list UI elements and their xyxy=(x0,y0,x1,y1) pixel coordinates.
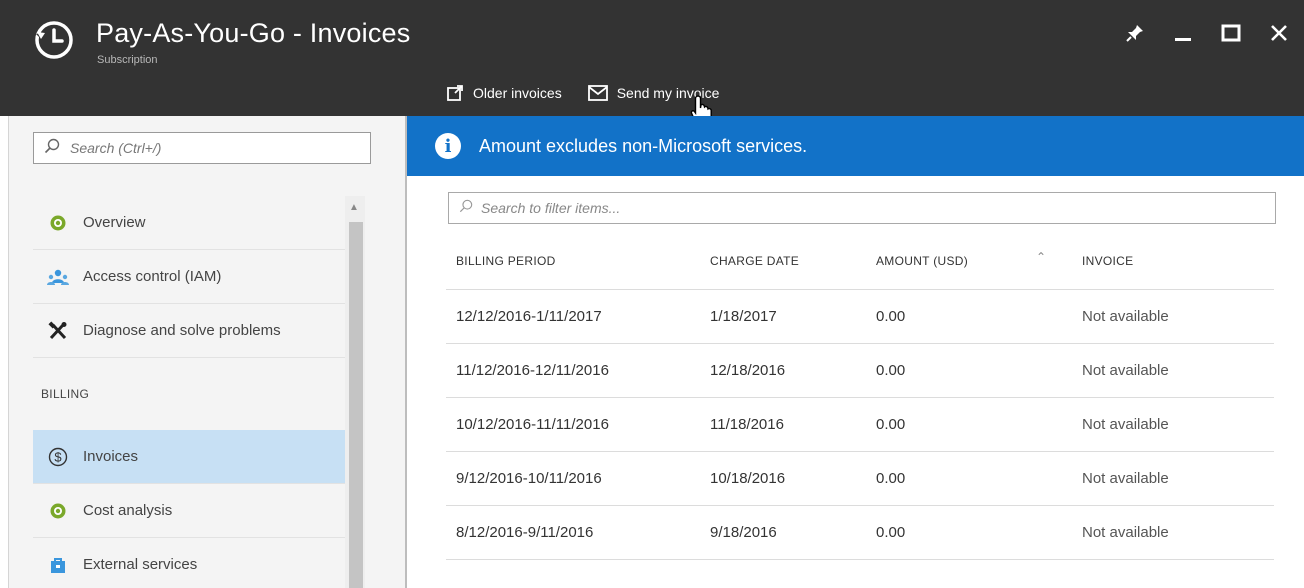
cell-charge-date: 12/18/2016 xyxy=(710,362,786,379)
menu-item-access-control[interactable]: Access control (IAM) xyxy=(33,250,345,304)
cell-invoice: Not available xyxy=(1082,308,1169,325)
menu-item-diagnose[interactable]: Diagnose and solve problems xyxy=(33,304,345,358)
search-icon xyxy=(44,138,60,159)
sort-caret-up-icon[interactable]: ⌃ xyxy=(1036,250,1046,264)
cell-amount: 0.00 xyxy=(876,308,906,325)
command-bar: Older invoices Send my invoice xyxy=(446,84,719,102)
menu-search-box[interactable] xyxy=(33,132,371,164)
overview-icon xyxy=(47,212,69,234)
cell-billing-period: 12/12/2016-1/11/2017 xyxy=(456,308,602,325)
table-row[interactable]: 11/12/2016-12/11/2016 12/18/2016 0.00 No… xyxy=(446,344,1274,398)
table-header: BILLING PERIOD CHARGE DATE AMOUNT (USD) … xyxy=(446,232,1274,290)
menu-scrollbar[interactable]: ▲ xyxy=(345,196,365,588)
scroll-thumb[interactable] xyxy=(349,222,363,588)
cell-billing-period: 10/12/2016-11/11/2016 xyxy=(456,416,609,433)
menu-item-label: External services xyxy=(83,556,198,573)
cell-invoice: Not available xyxy=(1082,524,1169,541)
pin-icon[interactable] xyxy=(1122,20,1148,46)
grid-filter-input[interactable] xyxy=(481,200,1241,216)
dollar-circle-icon: $ xyxy=(47,446,69,468)
info-banner-text: Amount excludes non-Microsoft services. xyxy=(479,135,808,156)
table-row[interactable]: 8/12/2016-9/11/2016 9/18/2016 0.00 Not a… xyxy=(446,506,1274,560)
column-header-invoice[interactable]: INVOICE xyxy=(1082,254,1272,268)
cell-charge-date: 11/18/2016 xyxy=(710,416,784,433)
svg-text:$: $ xyxy=(54,449,62,464)
mail-icon xyxy=(587,85,608,101)
table-row[interactable]: 12/12/2016-1/11/2017 1/18/2017 0.00 Not … xyxy=(446,290,1274,344)
cell-invoice: Not available xyxy=(1082,470,1169,487)
maximize-icon[interactable] xyxy=(1218,20,1244,46)
window-controls xyxy=(1122,20,1292,46)
cell-amount: 0.00 xyxy=(876,470,906,487)
column-header-charge-date[interactable]: CHARGE DATE xyxy=(710,254,876,268)
bag-icon xyxy=(47,554,69,576)
menu-search-input[interactable] xyxy=(70,140,350,156)
table-row[interactable]: 9/12/2016-10/11/2016 10/18/2016 0.00 Not… xyxy=(446,452,1274,506)
cell-charge-date: 9/18/2016 xyxy=(710,524,777,541)
scroll-up-icon[interactable]: ▲ xyxy=(349,202,359,213)
cell-charge-date: 1/18/2017 xyxy=(710,308,777,325)
info-banner: i Amount excludes non-Microsoft services… xyxy=(407,116,1304,176)
invoices-table: BILLING PERIOD CHARGE DATE AMOUNT (USD) … xyxy=(446,232,1274,560)
grid-filter-box[interactable] xyxy=(448,192,1276,224)
cell-billing-period: 11/12/2016-12/11/2016 xyxy=(456,362,609,379)
older-invoices-button[interactable]: Older invoices xyxy=(446,84,562,102)
external-link-icon xyxy=(446,84,464,102)
cell-billing-period: 8/12/2016-9/11/2016 xyxy=(456,524,594,541)
menu-item-label: Invoices xyxy=(83,448,139,465)
cell-invoice: Not available xyxy=(1082,362,1169,379)
minimize-icon[interactable] xyxy=(1170,20,1196,46)
menu-item-invoices[interactable]: $ Invoices xyxy=(33,430,345,484)
cell-amount: 0.00 xyxy=(876,362,906,379)
menu-item-cost-analysis[interactable]: Cost analysis xyxy=(33,484,345,538)
resource-menu: Overview Access control (IAM) Diagnose a… xyxy=(8,116,406,588)
menu-item-overview[interactable]: Overview xyxy=(33,196,345,250)
menu-item-label: Diagnose and solve problems xyxy=(83,322,281,339)
cell-invoice: Not available xyxy=(1082,416,1169,433)
cell-charge-date: 10/18/2016 xyxy=(710,470,786,487)
column-header-label: AMOUNT (USD) xyxy=(876,253,969,268)
billing-section-header: BILLING xyxy=(41,387,90,401)
pane-divider xyxy=(405,116,407,588)
menu-item-label: Cost analysis xyxy=(83,502,173,519)
title-bar: Pay-As-You-Go - Invoices Subscription Ol… xyxy=(0,0,1304,116)
cell-amount: 0.00 xyxy=(876,524,906,541)
menu-list: Overview Access control (IAM) Diagnose a… xyxy=(33,196,345,588)
tools-icon xyxy=(47,320,69,342)
info-icon: i xyxy=(435,133,461,159)
history-clock-icon xyxy=(34,20,74,60)
page-title: Pay-As-You-Go - Invoices xyxy=(96,18,411,48)
cell-amount: 0.00 xyxy=(876,416,906,433)
cost-icon xyxy=(47,500,69,522)
table-row[interactable]: 10/12/2016-11/11/2016 11/18/2016 0.00 No… xyxy=(446,398,1274,452)
column-header-billing-period[interactable]: BILLING PERIOD xyxy=(446,254,710,268)
menu-item-label: Access control (IAM) xyxy=(83,268,222,285)
search-icon xyxy=(459,199,473,218)
menu-item-label: Overview xyxy=(83,214,146,231)
page-subtitle: Subscription xyxy=(97,54,158,66)
column-header-amount[interactable]: AMOUNT (USD) ⌃ xyxy=(876,250,1082,268)
close-icon[interactable] xyxy=(1266,20,1292,46)
cell-billing-period: 9/12/2016-10/11/2016 xyxy=(456,470,602,487)
older-invoices-label: Older invoices xyxy=(473,85,562,101)
users-icon xyxy=(47,266,69,288)
menu-item-external-services[interactable]: External services xyxy=(33,538,345,588)
